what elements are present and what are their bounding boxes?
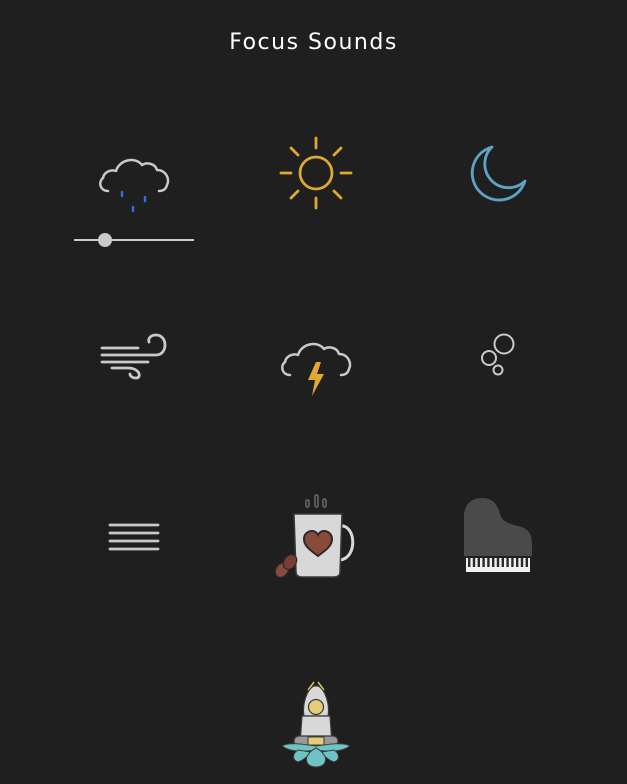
piano-key-mark xyxy=(520,558,524,567)
sound-night-button[interactable] xyxy=(468,143,530,205)
sound-white-noise-button[interactable] xyxy=(106,520,162,554)
piano-key-mark xyxy=(477,558,480,567)
piano-key-mark xyxy=(516,558,519,567)
sound-bubbles-button[interactable] xyxy=(478,332,520,378)
sound-wind-button[interactable] xyxy=(98,330,170,382)
sound-thunder-button[interactable] xyxy=(278,330,354,402)
piano-key-mark xyxy=(506,558,509,567)
sound-piano-button[interactable] xyxy=(462,498,534,576)
sound-sun-button[interactable] xyxy=(278,135,354,211)
piano-key-mark xyxy=(511,558,514,567)
coffee-mug-icon xyxy=(274,494,355,579)
sound-coffee-shop-button[interactable] xyxy=(272,492,360,584)
piano-key-mark xyxy=(482,558,485,567)
piano-key-mark xyxy=(487,558,490,567)
moon-icon xyxy=(470,145,527,202)
sound-rain-button[interactable] xyxy=(96,148,172,214)
sun-icon xyxy=(279,136,353,210)
waves-lines-icon xyxy=(108,523,160,551)
sound-meditation-button[interactable] xyxy=(278,680,354,770)
grand-piano-icon xyxy=(464,498,532,572)
rain-cloud-icon xyxy=(99,158,170,213)
meditation-lotus-icon xyxy=(281,681,351,768)
bubbles-icon xyxy=(481,333,515,376)
rain-volume-slider[interactable] xyxy=(74,232,194,248)
piano-key-mark xyxy=(525,558,528,567)
volume-slider-track xyxy=(74,239,194,241)
piano-key-mark xyxy=(468,558,471,567)
focus-sounds-app: Focus Sounds xyxy=(0,0,627,784)
piano-key-mark xyxy=(492,558,495,567)
wind-icon xyxy=(100,333,167,380)
piano-key-mark xyxy=(496,558,500,567)
thunder-cloud-icon xyxy=(281,342,352,396)
piano-key-mark xyxy=(472,558,476,567)
piano-key-mark xyxy=(501,558,504,567)
volume-slider-thumb[interactable] xyxy=(98,233,113,247)
app-title: Focus Sounds xyxy=(229,30,398,55)
